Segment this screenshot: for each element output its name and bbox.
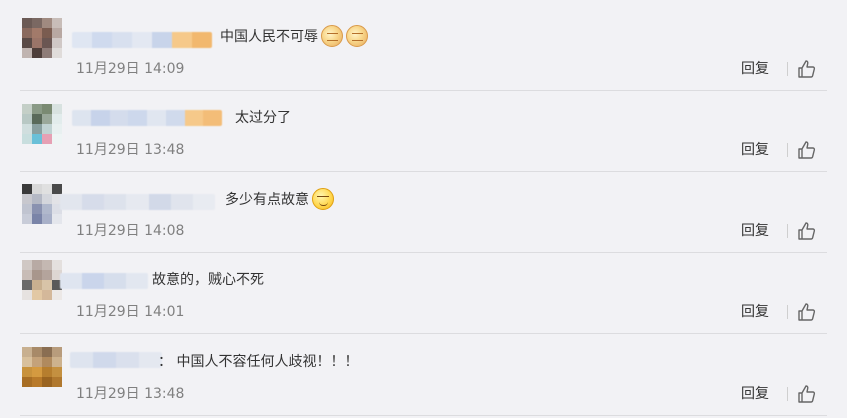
reply-button[interactable]: 回复 <box>741 222 769 240</box>
comment-time: 11月29日 14:01 <box>76 304 185 320</box>
reply-button[interactable]: 回复 <box>741 385 769 403</box>
comment-item: ： 中国人不容任何人歧视！！！ 11月29日 13:48 回复 <box>0 334 847 418</box>
avatar[interactable] <box>22 18 62 58</box>
thumbs-up-icon[interactable] <box>797 384 817 404</box>
comment-item: 故意的，贼心不死 11月29日 14:01 回复 <box>0 253 847 333</box>
thumbs-up-icon[interactable] <box>797 59 817 79</box>
comment-text: 中国人民不可辱 <box>220 25 368 48</box>
comment-time: 11月29日 13:48 <box>76 142 185 158</box>
comment-text: 多少有点故意 <box>225 188 334 211</box>
divider <box>787 305 788 319</box>
reply-button[interactable]: 回复 <box>741 60 769 78</box>
fist-icon <box>346 25 368 47</box>
divider <box>20 415 827 416</box>
comment-time: 11月29日 14:09 <box>76 61 185 77</box>
comment-text: 故意的，贼心不死 <box>152 272 264 288</box>
username-redacted[interactable] <box>70 352 162 368</box>
username-redacted[interactable] <box>60 194 215 210</box>
comment-time: 11月29日 14:08 <box>76 223 185 239</box>
avatar[interactable] <box>22 260 62 300</box>
divider <box>787 224 788 238</box>
comment-text: ： 中国人不容任何人歧视！！！ <box>158 354 359 370</box>
username-redacted[interactable] <box>72 32 212 48</box>
reply-button[interactable]: 回复 <box>741 141 769 159</box>
username-redacted[interactable] <box>72 110 222 126</box>
smirk-icon <box>312 188 334 210</box>
avatar[interactable] <box>22 104 62 144</box>
comment-item: 多少有点故意 11月29日 14:08 回复 <box>0 172 847 252</box>
comment-time: 11月29日 13:48 <box>76 386 185 402</box>
comment-item: 太过分了 11月29日 13:48 回复 <box>0 91 847 171</box>
avatar[interactable] <box>22 347 62 387</box>
divider <box>787 143 788 157</box>
divider <box>787 387 788 401</box>
divider <box>787 62 788 76</box>
username-redacted[interactable] <box>60 273 148 289</box>
thumbs-up-icon[interactable] <box>797 140 817 160</box>
thumbs-up-icon[interactable] <box>797 302 817 322</box>
avatar[interactable] <box>22 184 62 224</box>
fist-icon <box>321 25 343 47</box>
comment-item: 中国人民不可辱 11月29日 14:09 回复 <box>0 0 847 90</box>
reply-button[interactable]: 回复 <box>741 303 769 321</box>
comment-text: 太过分了 <box>235 110 291 126</box>
thumbs-up-icon[interactable] <box>797 221 817 241</box>
